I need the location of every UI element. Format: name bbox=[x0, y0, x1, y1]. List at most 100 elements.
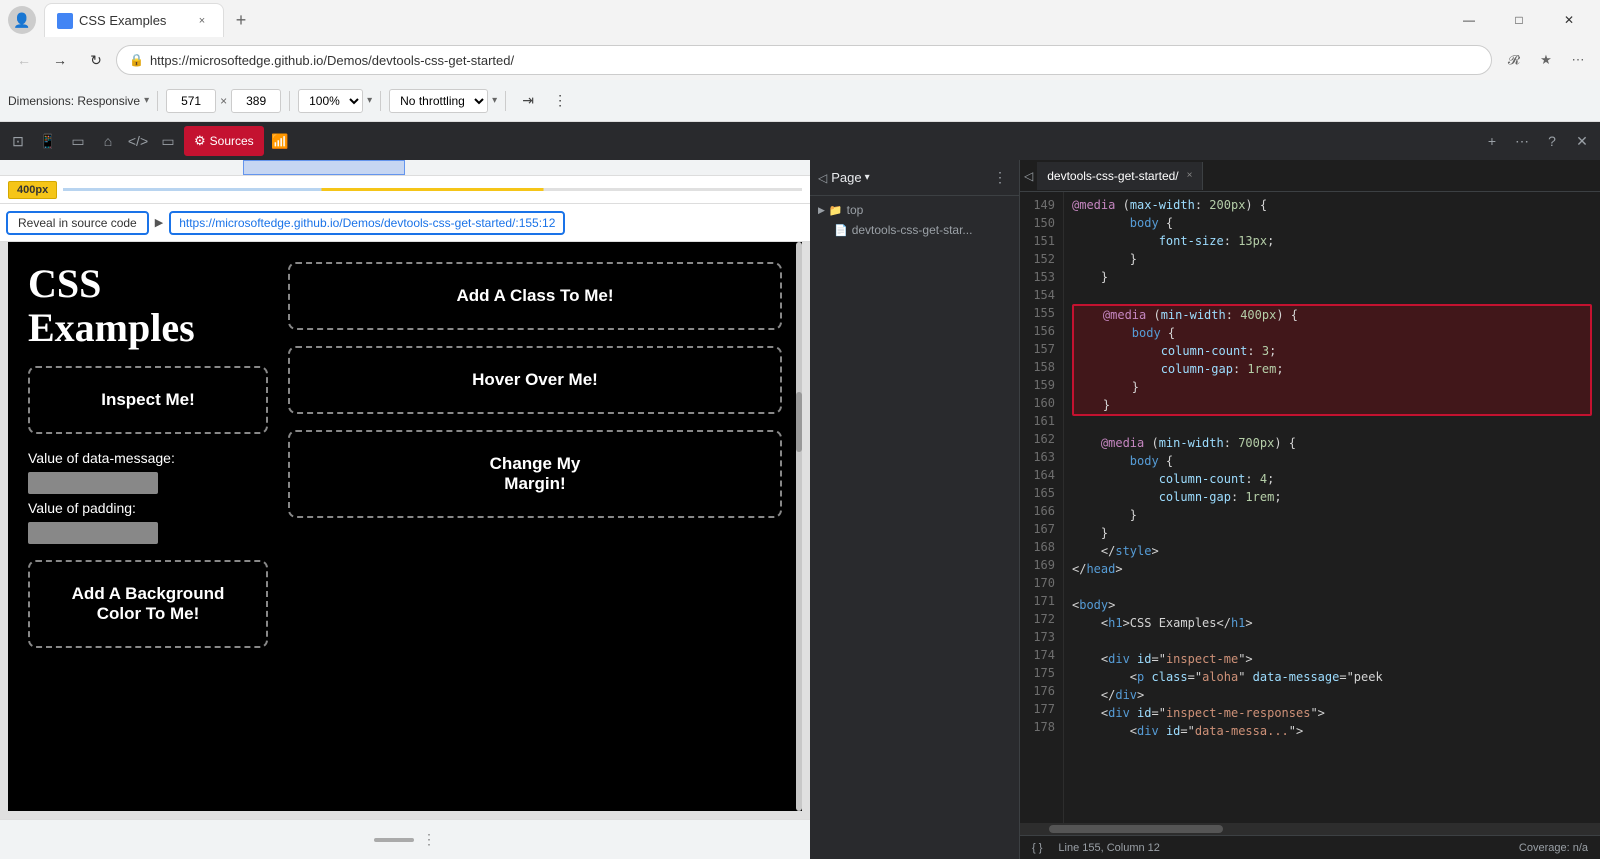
browser-tab[interactable]: CSS Examples × bbox=[44, 3, 224, 37]
back-nav-icon[interactable]: ◁ bbox=[818, 171, 827, 185]
file-tab-name: devtools-css-get-started/ bbox=[1047, 169, 1178, 183]
browser-more-icon[interactable]: ⋯ bbox=[1564, 46, 1592, 74]
height-input[interactable] bbox=[231, 89, 281, 113]
demo-inspect-btn[interactable]: Inspect Me! bbox=[28, 366, 268, 434]
demo-left-col: CSSExamples Inspect Me! Value of data-me… bbox=[28, 262, 268, 791]
demo-padding-input bbox=[28, 522, 158, 544]
page-dropdown-arrow-icon: ▾ bbox=[865, 172, 870, 183]
demo-title-text: CSSExamples bbox=[28, 261, 195, 350]
ruler-bar[interactable] bbox=[0, 160, 810, 176]
sources-icon: ⚙ bbox=[194, 133, 206, 149]
reading-view-icon[interactable]: 𝓡 bbox=[1500, 46, 1528, 74]
page-more-icon[interactable]: ⋮ bbox=[989, 167, 1011, 189]
demo-data-input bbox=[28, 472, 158, 494]
elements-panel-btn[interactable]: </> bbox=[124, 127, 152, 155]
throttle-chevron-icon: ▾ bbox=[492, 95, 497, 106]
ruler-indicator bbox=[243, 160, 405, 175]
toolbar-separator-1 bbox=[157, 91, 158, 111]
refresh-button[interactable]: ↻ bbox=[80, 44, 112, 76]
layout-panel-btn[interactable]: ▭ bbox=[64, 127, 92, 155]
close-devtools-btn[interactable]: ✕ bbox=[1568, 127, 1596, 155]
demo-change-margin-btn[interactable]: Change MyMargin! bbox=[288, 430, 782, 518]
demo-title: CSSExamples bbox=[28, 262, 268, 350]
toggle-pretty-print-icon[interactable]: { } bbox=[1032, 842, 1042, 854]
tree-item-file[interactable]: 📄 devtools-css-get-star... bbox=[814, 220, 1015, 240]
sources-label: Sources bbox=[210, 134, 254, 148]
zoom-chevron-icon: ▾ bbox=[367, 95, 372, 106]
console-panel-btn[interactable]: ▭ bbox=[154, 127, 182, 155]
window-controls: — □ ✕ bbox=[1446, 3, 1592, 37]
toolbar-more-icon[interactable]: ⋮ bbox=[546, 87, 574, 115]
width-input[interactable] bbox=[166, 89, 216, 113]
toolbar-left: Dimensions: Responsive ▾ × 100% ▾ No thr… bbox=[8, 87, 1592, 115]
tree-file-icon: 📄 bbox=[834, 224, 848, 237]
source-url-display[interactable]: https://microsoftedge.github.io/Demos/de… bbox=[169, 211, 565, 235]
tab-title: CSS Examples bbox=[79, 13, 187, 28]
tree-file-label: devtools-css-get-star... bbox=[852, 223, 973, 237]
new-tab-button[interactable]: + bbox=[224, 3, 258, 37]
tab-close-button[interactable]: × bbox=[193, 12, 211, 30]
demo-hover-btn[interactable]: Hover Over Me! bbox=[288, 346, 782, 414]
sources-panel-btn[interactable]: ⚙ Sources bbox=[184, 126, 264, 156]
favorites-icon[interactable]: ★ bbox=[1532, 46, 1560, 74]
file-tab-back-icon[interactable]: ◁ bbox=[1024, 169, 1033, 183]
wifi-icon[interactable]: 📶 bbox=[266, 127, 294, 155]
code-panel: ◁ devtools-css-get-started/ × 1491501511… bbox=[1020, 160, 1600, 859]
coverage-status: Coverage: n/a bbox=[1519, 842, 1588, 854]
add-panel-btn[interactable]: + bbox=[1478, 127, 1506, 155]
toolbar-separator-2 bbox=[289, 91, 290, 111]
user-avatar[interactable]: 👤 bbox=[8, 6, 36, 34]
tree-top-label: top bbox=[847, 203, 864, 217]
tab-bar: CSS Examples × + bbox=[44, 3, 1446, 37]
more-panels-btn[interactable]: ⋯ bbox=[1508, 127, 1536, 155]
close-button[interactable]: ✕ bbox=[1546, 3, 1592, 37]
status-left: { } bbox=[1032, 842, 1042, 854]
sidebar-tree: ▶ 📁 top 📄 devtools-css-get-star... bbox=[810, 196, 1019, 859]
device-emulation-panel-btn[interactable]: 📱 bbox=[34, 127, 62, 155]
tree-folder-icon: 📁 bbox=[829, 204, 843, 217]
demo-right-col: Add A Class To Me! Hover Over Me! Change… bbox=[288, 262, 782, 791]
width-indicator-bar: 400px bbox=[0, 176, 810, 204]
demo-bg-color-btn[interactable]: Add A BackgroundColor To Me! bbox=[28, 560, 268, 648]
zoom-select[interactable]: 100% bbox=[298, 89, 363, 113]
inspect-element-panel-btn[interactable]: ⊡ bbox=[4, 127, 32, 155]
forward-button[interactable]: → bbox=[44, 44, 76, 76]
security-lock-icon: 🔒 bbox=[129, 53, 144, 67]
file-tab-close-icon[interactable]: × bbox=[1187, 170, 1193, 181]
devtools-panels-bar: ⊡ 📱 ▭ ⌂ </> ▭ ⚙ Sources 📶 + ⋯ ? ✕ bbox=[0, 122, 1600, 160]
throttle-select[interactable]: No throttling bbox=[389, 89, 488, 113]
viewport-scrollbar[interactable] bbox=[796, 242, 802, 811]
demo-add-class-btn[interactable]: Add A Class To Me! bbox=[288, 262, 782, 330]
dimensions-control: Dimensions: Responsive ▾ bbox=[8, 94, 149, 108]
toolbar-separator-3 bbox=[380, 91, 381, 111]
address-right-buttons: 𝓡 ★ ⋯ bbox=[1500, 46, 1592, 74]
active-file-tab[interactable]: devtools-css-get-started/ × bbox=[1037, 162, 1203, 190]
viewport-bottom-bar: ⋮ bbox=[0, 819, 810, 859]
maximize-button[interactable]: □ bbox=[1496, 3, 1542, 37]
code-lines[interactable]: @media (max-width: 200px) { body { font-… bbox=[1064, 192, 1600, 823]
page-bar: ◁ Page ▾ ⋮ bbox=[810, 160, 1019, 196]
page-dropdown-btn[interactable]: Page ▾ bbox=[831, 170, 869, 185]
code-content-area: 1491501511521531541551561571581591601611… bbox=[1020, 192, 1600, 823]
export-icon[interactable]: ⇥ bbox=[514, 87, 542, 115]
tree-item-top[interactable]: ▶ 📁 top bbox=[814, 200, 1015, 220]
demo-page: CSSExamples Inspect Me! Value of data-me… bbox=[8, 242, 802, 811]
tree-arrow-icon: ▶ bbox=[818, 205, 825, 216]
devtools-help-btn[interactable]: ? bbox=[1538, 127, 1566, 155]
viewport-area: 400px Reveal in source code ▶ https://mi… bbox=[0, 160, 810, 859]
dimensions-chevron-icon: ▾ bbox=[144, 95, 149, 106]
file-tab-bar: ◁ devtools-css-get-started/ × bbox=[1020, 160, 1600, 192]
reveal-source-code-button[interactable]: Reveal in source code bbox=[6, 211, 149, 235]
viewport-scrollbar-thumb bbox=[796, 392, 802, 452]
viewport-bottom-lines bbox=[374, 838, 414, 842]
address-input[interactable]: 🔒 https://microsoftedge.github.io/Demos/… bbox=[116, 45, 1492, 75]
home-panel-btn[interactable]: ⌂ bbox=[94, 127, 122, 155]
back-button[interactable]: ← bbox=[8, 44, 40, 76]
demo-value-padding-label: Value of padding: bbox=[28, 500, 268, 516]
devtools-right-panel: ◁ Page ▾ ⋮ ▶ 📁 top � bbox=[810, 160, 1600, 859]
h-scrollbar-thumb bbox=[1049, 825, 1223, 833]
tooltip-bar: Reveal in source code ▶ https://microsof… bbox=[0, 204, 810, 242]
minimize-button[interactable]: — bbox=[1446, 3, 1492, 37]
reveal-arrow-icon: ▶ bbox=[155, 216, 163, 229]
h-scrollbar[interactable] bbox=[1020, 823, 1600, 835]
